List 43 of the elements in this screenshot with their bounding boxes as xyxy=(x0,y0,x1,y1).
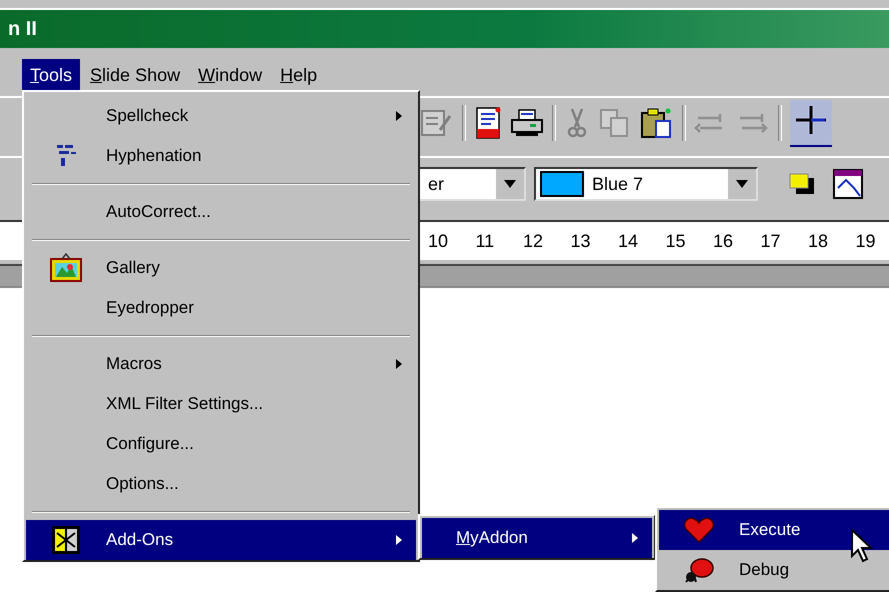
menu-bar-item[interactable]: Slide Show xyxy=(82,58,188,92)
ruler-number: 13 xyxy=(570,230,592,252)
menu-item[interactable]: Gallery xyxy=(26,248,416,288)
menu-item[interactable]: Add-Ons xyxy=(26,520,416,560)
ruler-number: 10 xyxy=(428,230,450,252)
image-icon[interactable] xyxy=(832,168,864,200)
heart-icon xyxy=(684,517,714,543)
shadow-icon[interactable] xyxy=(788,172,816,196)
mouse-pointer-icon xyxy=(850,528,874,564)
menu-item[interactable]: AutoCorrect... xyxy=(26,192,416,232)
menu-item[interactable]: Macros xyxy=(26,344,416,384)
crosshair-button[interactable] xyxy=(790,100,832,146)
gallery-icon xyxy=(50,253,82,283)
font-combo-box[interactable]: er xyxy=(418,167,526,201)
pdf-document-icon[interactable] xyxy=(474,107,502,139)
hyphenation-icon xyxy=(55,143,77,169)
ruler-number: 18 xyxy=(808,230,830,252)
window-title: n II xyxy=(8,18,37,40)
menu-item[interactable]: Debug xyxy=(659,550,889,590)
menu-item[interactable]: Configure... xyxy=(26,424,416,464)
add-ons-icon xyxy=(51,525,81,555)
menu-bar-item[interactable]: Tools xyxy=(22,58,80,92)
ruler-number: 11 xyxy=(476,230,496,252)
color-combo-box[interactable]: Blue 7 xyxy=(534,167,758,201)
ruler-number: 19 xyxy=(856,230,877,252)
menu-item[interactable]: Hyphenation xyxy=(26,136,416,176)
menu-item[interactable]: Options... xyxy=(26,464,416,504)
ruler-number: 12 xyxy=(523,230,544,252)
printer-icon[interactable] xyxy=(510,108,544,138)
ruler-number: 16 xyxy=(713,230,734,252)
menu-item[interactable]: Execute xyxy=(659,510,889,550)
menu-bar-item[interactable]: Window xyxy=(190,58,270,92)
menu-bar-item[interactable]: Help xyxy=(272,58,326,92)
ruler-number: 14 xyxy=(618,230,640,252)
menu-item[interactable]: Eyedropper xyxy=(26,288,416,328)
ruler-number: 15 xyxy=(666,230,687,252)
menu-item[interactable]: MyAddon xyxy=(422,518,652,558)
menu-item[interactable]: Spellcheck xyxy=(26,96,416,136)
edit-file-icon[interactable] xyxy=(420,108,454,138)
ruler-number: 17 xyxy=(760,230,782,252)
bug-icon xyxy=(684,557,714,583)
paste-icon[interactable] xyxy=(640,107,674,139)
menu-item[interactable]: XML Filter Settings... xyxy=(26,384,416,424)
